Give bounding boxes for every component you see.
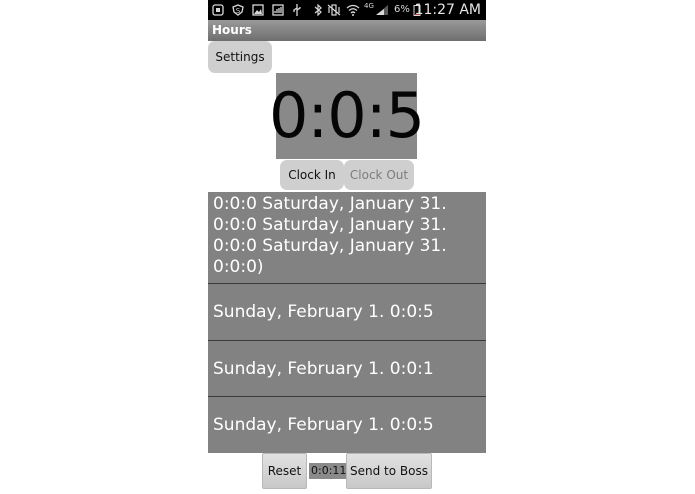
notification-icon (212, 4, 224, 16)
timer-value: 0:0:5 (268, 79, 425, 152)
usb-icon (293, 4, 301, 16)
list-item-label: Sunday, February 1. 0:0:1 (213, 359, 434, 379)
status-bar: S 4G 6% 11:27 AM (208, 0, 486, 20)
vibrate-icon (327, 4, 341, 16)
settings-button-label: Settings (215, 50, 265, 64)
list-item-label: Sunday, February 1. 0:0:5 (213, 302, 434, 322)
send-to-boss-button[interactable]: Send to Boss (346, 453, 432, 489)
settings-button[interactable]: Settings (208, 41, 272, 73)
image-icon (252, 4, 264, 16)
status-clock: 11:27 AM (414, 2, 481, 18)
list-item[interactable]: Sunday, February 1. 0:0:5 (208, 397, 486, 453)
title-bar: Hours (208, 20, 486, 41)
cell-signal-icon (376, 5, 388, 15)
list-item[interactable]: Sunday, February 1. 0:0:1 (208, 341, 486, 397)
list-item[interactable]: 0:0:0 Saturday, January 31. 0:0:0 Saturd… (208, 192, 486, 283)
timer-display: 0:0:5 (269, 73, 425, 159)
battery-percent: 6% (394, 4, 410, 15)
send-to-boss-label: Send to Boss (350, 464, 428, 478)
list-item[interactable]: Sunday, February 1. 0:0:5 (208, 284, 486, 340)
app-title: Hours (212, 23, 252, 37)
wifi-icon (346, 4, 360, 16)
reset-label: Reset (267, 464, 302, 478)
clock-in-button[interactable]: Clock In (280, 160, 344, 190)
shield-icon: S (232, 4, 244, 16)
svg-text:S: S (236, 7, 241, 15)
reset-button[interactable]: Reset (262, 453, 307, 489)
clock-out-label: Clock Out (349, 168, 409, 182)
total-time: 0:0:11 (309, 463, 349, 479)
clock-out-button[interactable]: Clock Out (344, 160, 414, 190)
signal-strength-icon (272, 4, 284, 16)
list-item-label: Sunday, February 1. 0:0:5 (213, 415, 434, 435)
bluetooth-icon (314, 4, 322, 16)
network-4g-icon: 4G (364, 2, 374, 10)
clock-in-label: Clock In (288, 168, 336, 182)
phone-screen: S 4G 6% 11:27 AM Hours Settings 0:0:5 Cl… (208, 0, 486, 494)
